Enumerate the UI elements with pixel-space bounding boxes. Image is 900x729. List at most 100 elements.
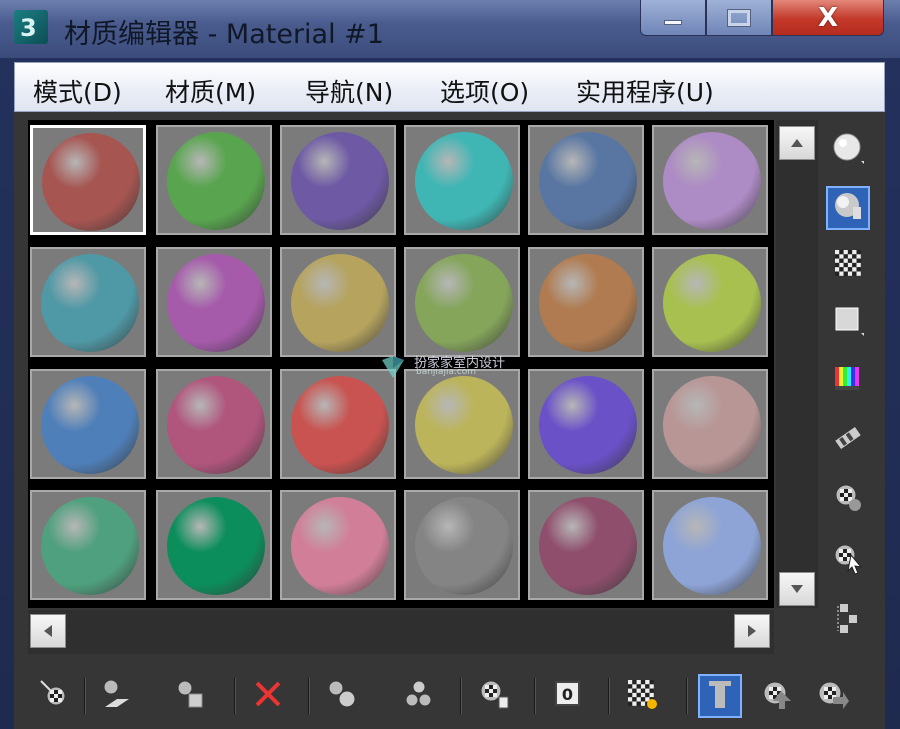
sample-uv-tiling-button[interactable] [826,300,870,344]
sample-slot[interactable] [30,125,146,235]
watermark-logo-icon [382,356,404,378]
maximize-button[interactable] [706,0,772,36]
material-sphere-preview [663,132,761,230]
arrow-left-icon [44,625,52,637]
put-to-library-button[interactable] [472,674,516,718]
menu-options[interactable]: 选项(O) [440,73,529,109]
video-color-check-icon [831,362,865,400]
scroll-right-button[interactable] [734,614,770,648]
reset-map-button[interactable] [246,674,290,718]
sample-slot[interactable] [528,490,644,600]
toolbar-separator [608,678,610,714]
sample-slot[interactable] [280,125,396,235]
material-sphere-preview [539,376,637,474]
arrow-down-icon [791,585,803,593]
material-sphere-preview [167,497,265,595]
menu-bar: 模式(D) 材质(M) 导航(N) 选项(O) 实用程序(U) [14,62,885,112]
sample-slot[interactable] [30,247,146,357]
close-button[interactable]: X [772,0,884,36]
sample-slot[interactable] [652,490,768,600]
sample-uv-tiling-icon [831,303,865,341]
reset-map-icon [251,677,285,715]
material-sphere-preview [167,132,265,230]
material-map-navigator-button[interactable] [826,598,870,642]
sample-slot[interactable] [404,247,520,357]
material-sphere-preview [291,254,389,352]
sample-slot[interactable] [156,125,272,235]
sample-slot[interactable] [652,369,768,479]
material-sphere-preview [41,497,139,595]
menu-mode[interactable]: 模式(D) [33,73,122,109]
put-material-to-scene-icon [99,677,133,715]
material-options-icon [831,481,865,519]
go-forward-to-sibling-button[interactable] [810,674,854,718]
video-color-check-button[interactable] [826,359,870,403]
sample-slot[interactable] [404,369,520,479]
show-end-result-button[interactable] [698,674,742,718]
sample-slot[interactable] [280,369,396,479]
sample-slot[interactable] [30,369,146,479]
backlight-button[interactable] [826,186,870,230]
close-icon: X [817,2,839,33]
put-to-library-icon [477,677,511,715]
sample-slot[interactable] [30,490,146,600]
background-checker-icon [831,246,865,284]
horizontal-scrollbar[interactable] [28,610,774,654]
material-map-navigator-icon [831,601,865,639]
sample-slot[interactable] [528,247,644,357]
sample-slot[interactable] [156,490,272,600]
background-checker-button[interactable] [826,243,870,287]
material-editor-window: 3 材质编辑器 - Material #1 X 模式(D) 材质(M) 导航(N… [0,0,900,729]
material-sphere-preview [415,497,513,595]
sample-slot[interactable] [280,490,396,600]
material-sphere-preview [663,376,761,474]
assign-material-to-selection-icon [173,677,207,715]
sample-slot[interactable] [652,247,768,357]
vertical-scrollbar[interactable] [776,120,818,608]
menu-navigation[interactable]: 导航(N) [305,73,393,109]
make-unique-icon [403,677,437,715]
show-shaded-material-in-viewport-button[interactable] [620,674,664,718]
material-sphere-preview [415,254,513,352]
get-material-button[interactable] [32,674,76,718]
show-end-result-icon [703,677,737,715]
material-sphere-preview [41,376,139,474]
go-to-parent-button[interactable] [754,674,798,718]
make-material-copy-button[interactable] [320,674,364,718]
toolbar-separator [460,678,462,714]
minimize-button[interactable] [640,0,706,36]
make-preview-button[interactable] [826,418,870,462]
sample-slot[interactable] [528,369,644,479]
menu-material[interactable]: 材质(M) [165,73,256,109]
scroll-down-button[interactable] [779,572,815,606]
put-material-to-scene-button[interactable] [94,674,138,718]
toolbar-separator [84,678,86,714]
select-by-material-button[interactable] [826,538,870,582]
sample-slot[interactable] [280,247,396,357]
go-to-parent-icon [759,677,793,715]
sample-slot[interactable] [528,125,644,235]
svg-text:0: 0 [562,685,573,704]
material-sphere-preview [539,132,637,230]
sample-type-sphere-button[interactable] [826,128,870,172]
assign-material-to-selection-button[interactable] [168,674,212,718]
material-options-button[interactable] [826,478,870,522]
sample-slot[interactable] [156,369,272,479]
sample-slot[interactable] [652,125,768,235]
sample-slot[interactable] [404,125,520,235]
app-logo-icon: 3 [14,10,48,44]
make-material-copy-icon [325,677,359,715]
window-title: 材质编辑器 - Material #1 [64,19,384,50]
material-id-channel-button[interactable]: 0 [546,674,590,718]
arrow-right-icon [748,625,756,637]
sample-slot[interactable] [404,490,520,600]
scroll-left-button[interactable] [30,614,66,648]
sample-slot[interactable] [156,247,272,357]
make-unique-button[interactable] [398,674,442,718]
scroll-up-button[interactable] [779,126,815,160]
material-id-channel-icon: 0 [551,677,585,715]
get-material-icon [37,677,71,715]
menu-utilities[interactable]: 实用程序(U) [576,73,714,109]
material-sphere-preview [291,376,389,474]
material-sphere-preview [167,376,265,474]
